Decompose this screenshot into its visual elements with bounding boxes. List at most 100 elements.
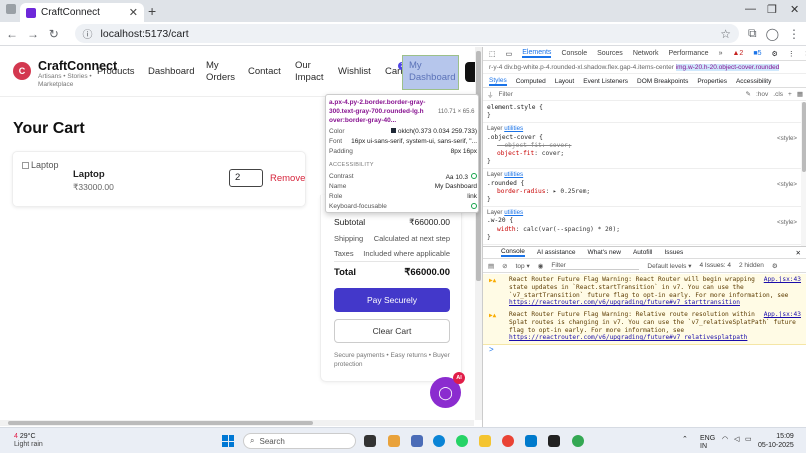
console-filter-input[interactable]: Filter (551, 262, 640, 270)
file-explorer-icon[interactable] (479, 435, 491, 447)
drawer-tab-whats-new[interactable]: What's new (588, 249, 621, 256)
back-icon[interactable]: ← (6, 27, 18, 41)
horizontal-scroll-thumb[interactable] (8, 421, 313, 425)
pay-securely-button[interactable]: Pay Securely (334, 288, 450, 312)
rule-origin[interactable]: <style> (777, 181, 797, 189)
clock[interactable]: 15:09 05-10-2025 (758, 433, 794, 450)
issues-link[interactable]: 4 Issues: 4 (700, 262, 731, 269)
styles-filter-input[interactable]: Filter (499, 91, 741, 98)
more-tabs-icon[interactable]: » (719, 50, 723, 57)
devtools-menu-icon[interactable]: ⋮ (788, 50, 795, 58)
nav-dashboard[interactable]: Dashboard (148, 66, 194, 78)
warning-doc-link[interactable]: https://reactrouter.com/v6/upgrading/fut… (509, 334, 747, 341)
hov-toggle[interactable]: :hov (756, 91, 768, 98)
nav-wishlist[interactable]: Wishlist (338, 66, 371, 78)
layer-link[interactable]: utilities (504, 209, 523, 216)
chrome-active-icon[interactable] (572, 435, 584, 447)
layer-link[interactable]: utilities (504, 171, 523, 178)
tab-elements[interactable]: Elements (522, 49, 552, 58)
levels-select[interactable]: Default levels ▾ (647, 262, 691, 270)
restore-icon[interactable]: ❐ (767, 3, 777, 16)
taskbar-search[interactable]: ⌕ Search (243, 433, 356, 449)
profile-icon[interactable]: ◯ (766, 27, 779, 41)
minimize-icon[interactable]: — (745, 3, 756, 15)
tab-list-icon[interactable] (6, 4, 16, 14)
crumb-mid[interactable]: div.bg-white.p-4.rounded-xl.shadow.flex.… (504, 64, 674, 71)
address-bar[interactable]: ⓘ localhost:5173/cart ☆ (74, 24, 739, 43)
tab-sources[interactable]: Sources (597, 50, 623, 57)
warning-doc-link[interactable]: https://reactrouter.com/v6/upgrading/fut… (509, 299, 740, 306)
styles-scrollbar[interactable] (801, 102, 806, 246)
styles-scroll-thumb[interactable] (802, 102, 806, 172)
drawer-tab-autofill[interactable]: Autofill (633, 249, 653, 256)
nav-contact[interactable]: Contact (248, 66, 281, 78)
new-tab-icon[interactable]: + (148, 3, 156, 19)
bookmark-star-icon[interactable]: ☆ (720, 27, 731, 41)
layer-link[interactable]: utilities (504, 125, 523, 132)
site-info-icon[interactable]: ⓘ (83, 26, 93, 41)
vscode-icon[interactable] (525, 435, 537, 447)
menu-icon[interactable]: ⋮ (788, 27, 800, 41)
issues-count[interactable]: ■5 (753, 50, 761, 57)
inspect-element-icon[interactable]: ⬚ (489, 50, 496, 58)
windows-start-icon[interactable] (222, 435, 234, 447)
edge-icon[interactable] (433, 435, 445, 447)
app-icon[interactable] (548, 435, 560, 447)
app-icon[interactable] (388, 435, 400, 447)
tray-chevron-icon[interactable]: ⌃ (682, 435, 688, 443)
subtab-properties[interactable]: Properties (697, 78, 727, 85)
app-icon[interactable] (411, 435, 423, 447)
remove-item-button[interactable]: Remove (270, 173, 305, 184)
declaration[interactable]: border-radius: ▸ 0.25rem; (487, 188, 797, 196)
crumb-left[interactable]: r-y-4 (489, 64, 502, 71)
warnings-count[interactable]: ▲2 (732, 50, 743, 57)
extensions-icon[interactable]: ⧉ (748, 26, 757, 41)
tab-close-icon[interactable]: ✕ (129, 6, 138, 19)
devtools-settings-icon[interactable]: ⚙ (771, 50, 777, 58)
reload-icon[interactable]: ↻ (48, 27, 60, 41)
url-text[interactable]: localhost:5173/cart (101, 28, 713, 40)
rule-origin[interactable]: <style> (777, 135, 797, 143)
rule-origin[interactable]: <style> (777, 219, 797, 227)
horizontal-scrollbar[interactable] (0, 420, 474, 426)
language-indicator[interactable]: ENG IN (700, 435, 715, 451)
clear-cart-button[interactable]: Clear Cart (334, 319, 450, 343)
drawer-tab-ai-assistance[interactable]: AI assistance (537, 249, 576, 256)
my-dashboard-link[interactable]: My Dashboard (402, 55, 459, 90)
weather-widget[interactable]: 4 29°C Light rain (14, 433, 43, 449)
subtab-styles[interactable]: Styles (489, 77, 507, 86)
console-sidebar-icon[interactable]: ▤ (488, 262, 494, 270)
computed-sidebar-icon[interactable]: ▦ (797, 90, 803, 98)
subtab-event-listeners[interactable]: Event Listeners (583, 78, 628, 85)
browser-tab[interactable]: CraftConnect ✕ (20, 3, 144, 22)
subtab-computed[interactable]: Computed (516, 78, 546, 85)
warning-source-link[interactable]: App.jsx:43 (764, 311, 801, 319)
console-prompt[interactable]: > (489, 345, 494, 354)
context-select[interactable]: top ▾ (516, 262, 530, 270)
cls-toggle[interactable]: .cls (773, 91, 783, 98)
forward-icon[interactable]: → (27, 27, 39, 41)
drawer-tab-issues[interactable]: Issues (664, 249, 683, 256)
battery-icon[interactable]: ▭ (745, 435, 752, 443)
tab-network[interactable]: Network (633, 50, 659, 57)
add-rule-icon[interactable]: + (788, 91, 792, 98)
warning-source-link[interactable]: App.jsx:43 (764, 276, 801, 284)
crumb-selected[interactable]: img.w-20.h-20.object-cover.rounded (675, 64, 780, 71)
tab-console[interactable]: Console (561, 50, 587, 57)
drawer-tab-console[interactable]: Console (501, 248, 525, 257)
whatsapp-icon[interactable] (456, 435, 468, 447)
declaration[interactable]: object-fit: cover; (487, 150, 797, 158)
nav-our-impact[interactable]: Our Impact (295, 60, 329, 84)
declaration[interactable]: width: calc(var(--spacing) * 20); (487, 226, 797, 234)
device-toolbar-icon[interactable]: ▭ (506, 50, 513, 58)
window-close-icon[interactable]: ✕ (790, 3, 799, 16)
live-expression-icon[interactable]: ◉ (538, 262, 544, 270)
paint-icon[interactable]: ✎ (746, 90, 751, 98)
subtab-accessibility[interactable]: Accessibility (736, 78, 771, 85)
subtab-dom-breakpoints[interactable]: DOM Breakpoints (637, 78, 688, 85)
task-view-icon[interactable] (364, 435, 376, 447)
wifi-icon[interactable]: ◠ (722, 435, 728, 443)
nav-products[interactable]: Products (97, 66, 135, 78)
chrome-icon[interactable] (502, 435, 514, 447)
subtab-layout[interactable]: Layout (555, 78, 575, 85)
